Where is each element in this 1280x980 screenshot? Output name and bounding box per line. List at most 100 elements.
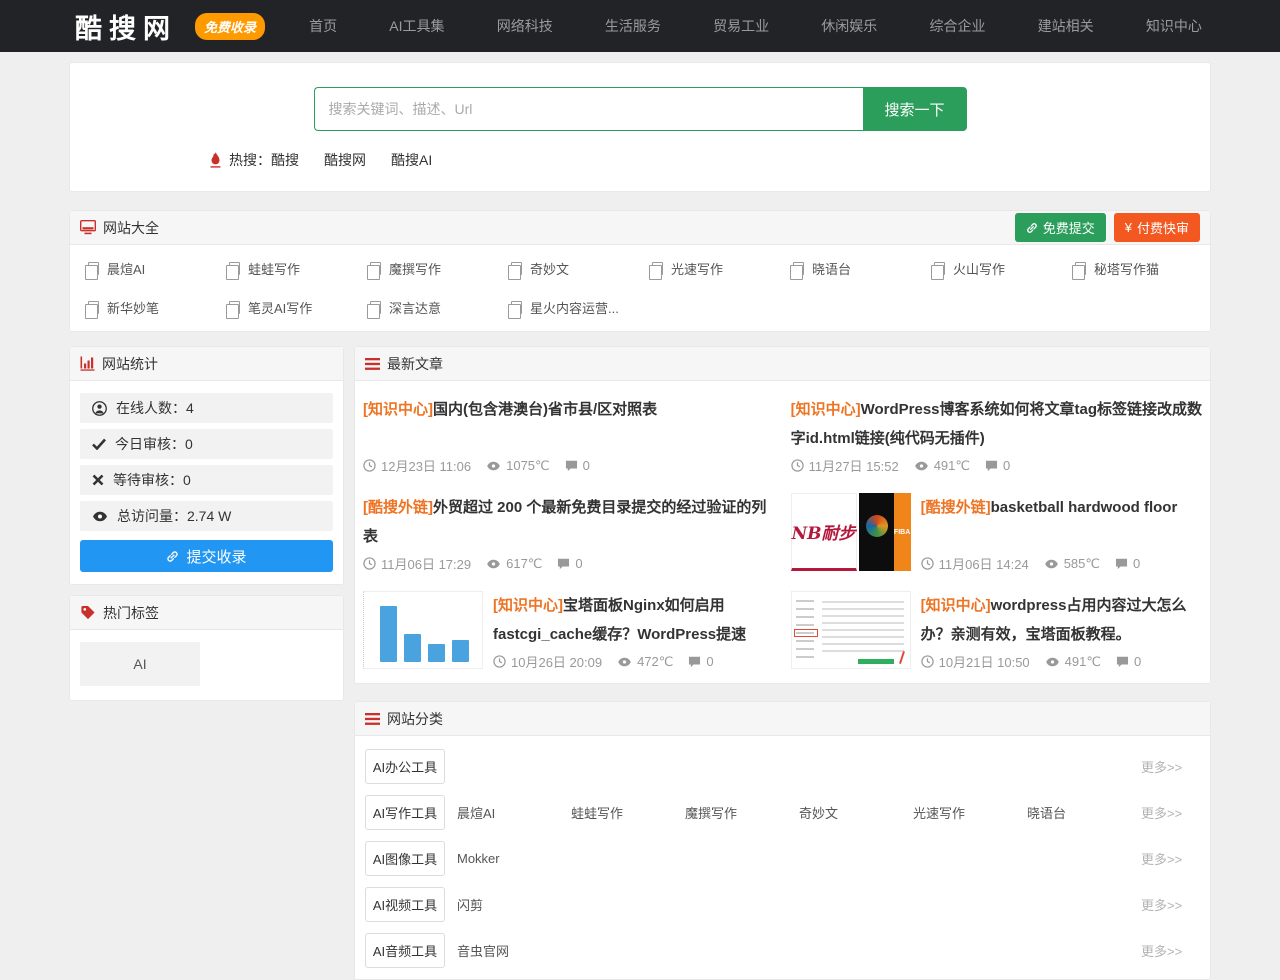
nav-item-home[interactable]: 首页 (309, 16, 337, 36)
site-link[interactable]: 深言达意 (358, 292, 499, 323)
more-link[interactable]: 更多>> (1141, 941, 1182, 960)
clock-icon (363, 459, 376, 472)
category-site-link[interactable]: 闪剪 (457, 895, 571, 914)
nav-item-ai-tools[interactable]: AI工具集 (389, 16, 444, 36)
article-title[interactable]: [酷搜外链]basketball hardwood floor (921, 493, 1203, 522)
copy-icon (934, 262, 945, 275)
copy-icon (370, 301, 381, 314)
category-site-link[interactable]: 音虫官网 (457, 941, 571, 960)
search-input[interactable] (314, 87, 863, 131)
category-site-link[interactable]: 晓语台 (1027, 803, 1141, 822)
nav-item-site-building[interactable]: 建站相关 (1038, 16, 1094, 36)
comment-icon (557, 558, 570, 570)
site-name: 深言达意 (389, 298, 441, 317)
article-title[interactable]: [知识中心]WordPress博客系统如何将文章tag标签链接改成数字id.ht… (791, 395, 1203, 453)
eye-icon (486, 559, 501, 569)
nav-item-life-services[interactable]: 生活服务 (605, 16, 661, 36)
site-link[interactable]: 奇妙文 (499, 253, 640, 284)
category-label[interactable]: AI写作工具 (365, 795, 445, 830)
monitor-icon (80, 220, 96, 235)
category-site-link[interactable]: 奇妙文 (799, 803, 913, 822)
paid-review-label: 付费快审 (1137, 218, 1189, 237)
hot-link-kusou-ai[interactable]: 酷搜AI (391, 150, 432, 170)
submit-include-label: 提交收录 (186, 546, 246, 567)
site-link[interactable]: 晨煊AI (76, 253, 217, 284)
category-site-link[interactable]: 光速写作 (913, 803, 1027, 822)
more-link[interactable]: 更多>> (1141, 803, 1182, 822)
free-submit-button[interactable]: 免费提交 (1015, 213, 1106, 242)
category-label[interactable]: AI视频工具 (365, 887, 445, 922)
eye-icon (1045, 657, 1060, 667)
site-link[interactable]: 魔撰写作 (358, 253, 499, 284)
clock-icon (791, 459, 804, 472)
site-directory-actions: 免费提交 ¥ 付费快审 (1015, 213, 1200, 242)
article-thumbnail[interactable]: NB耐步 FIBA (791, 493, 911, 571)
free-include-badge[interactable]: 免费收录 (195, 13, 265, 40)
site-link[interactable]: 笔灵AI写作 (217, 292, 358, 323)
site-categories-card: 网站分类 AI办公工具 更多>> AI写作工具 晨煊AI 蛙蛙写作 魔撰写作 (354, 701, 1211, 980)
site-link[interactable]: 晓语台 (781, 253, 922, 284)
article-category[interactable]: [知识中心] (791, 401, 861, 418)
article-item: [知识中心]wordpress占用内容过大怎么办？亲测有效，宝塔面板教程。 10… (791, 591, 1203, 673)
site-grid: 晨煊AI 蛙蛙写作 魔撰写作 奇妙文 光速写作 晓语台 火山写作 秘塔写作猫 新… (70, 245, 1210, 331)
category-site-link[interactable]: 晨煊AI (457, 803, 571, 822)
category-site-link[interactable]: 魔撰写作 (685, 803, 799, 822)
article-thumbnail[interactable] (363, 591, 483, 669)
category-site-link[interactable]: 蛙蛙写作 (571, 803, 685, 822)
nav-item-knowledge[interactable]: 知识中心 (1146, 16, 1202, 36)
nav-item-enterprise[interactable]: 综合企业 (929, 16, 985, 36)
tag-ai[interactable]: AI (80, 642, 200, 686)
site-link[interactable]: 秘塔写作猫 (1063, 253, 1204, 284)
nav-item-leisure[interactable]: 休闲娱乐 (821, 16, 877, 36)
site-logo[interactable]: 酷搜网 (75, 7, 177, 46)
hot-link-kusou[interactable]: 酷搜 (271, 150, 299, 170)
article-category[interactable]: [酷搜外链] (363, 499, 433, 516)
stat-value: 2.74 W (187, 508, 231, 524)
article-title[interactable]: [知识中心]国内(包含港澳台)省市县/区对照表 (363, 395, 775, 424)
article-category[interactable]: [知识中心] (363, 401, 433, 418)
article-item: [酷搜外链]外贸超过 200 个最新免费目录提交的经过验证的列表 11月06日 … (363, 493, 775, 575)
hot-link-kusouwang[interactable]: 酷搜网 (324, 150, 366, 170)
submit-include-button[interactable]: 提交收录 (80, 540, 333, 572)
article-item: [知识中心]宝塔面板Nginx如何启用 fastcgi_cache缓存？Word… (363, 591, 775, 673)
chart-bar (452, 640, 469, 662)
search-button[interactable]: 搜索一下 (863, 87, 967, 131)
stat-value: 0 (185, 436, 193, 452)
comment-icon (1116, 656, 1129, 668)
menu-icon (365, 713, 380, 725)
more-link[interactable]: 更多>> (1141, 849, 1182, 868)
category-label[interactable]: AI办公工具 (365, 749, 445, 784)
site-link[interactable]: 蛙蛙写作 (217, 253, 358, 284)
fiba-image: FIBA (859, 493, 911, 571)
site-link[interactable]: 新华妙笔 (76, 292, 217, 323)
paid-review-button[interactable]: ¥ 付费快审 (1114, 213, 1200, 242)
article-date: 12月23日 11:06 (381, 456, 471, 475)
bar-chart-icon (80, 356, 95, 371)
article-title[interactable]: [酷搜外链]外贸超过 200 个最新免费目录提交的经过验证的列表 (363, 493, 775, 551)
article-meta: 11月06日 17:29 617℃ 0 (363, 554, 775, 575)
article-thumbnail[interactable] (791, 591, 911, 669)
stats-card: 网站统计 在线人数：4 今日审核：0 (69, 346, 344, 585)
article-title[interactable]: [知识中心]wordpress占用内容过大怎么办？亲测有效，宝塔面板教程。 (921, 591, 1203, 649)
stat-label: 等待审核： (113, 472, 183, 488)
clock-icon (921, 557, 934, 570)
nav-item-network-tech[interactable]: 网络科技 (497, 16, 553, 36)
article-category[interactable]: [酷搜外链] (921, 499, 991, 516)
category-site-link[interactable]: Mokker (457, 851, 571, 866)
more-link[interactable]: 更多>> (1141, 757, 1182, 776)
category-label[interactable]: AI图像工具 (365, 841, 445, 876)
eye-icon (486, 461, 501, 471)
category-label[interactable]: AI音频工具 (365, 933, 445, 968)
site-link[interactable]: 火山写作 (922, 253, 1063, 284)
article-category[interactable]: [知识中心] (493, 597, 563, 614)
article-date: 11月27日 15:52 (809, 456, 899, 475)
more-link[interactable]: 更多>> (1141, 895, 1182, 914)
sidebar: 网站统计 在线人数：4 今日审核：0 (69, 346, 344, 701)
latest-articles-card: 最新文章 [知识中心]国内(包含港澳台)省市县/区对照表 12月23日 11:0… (354, 346, 1211, 684)
nav-item-trade-industry[interactable]: 贸易工业 (713, 16, 769, 36)
site-link[interactable]: 星火内容运营... (499, 292, 640, 323)
site-link[interactable]: 光速写作 (640, 253, 781, 284)
article-category[interactable]: [知识中心] (921, 597, 991, 614)
stats-title: 网站统计 (102, 354, 158, 374)
article-title[interactable]: [知识中心]宝塔面板Nginx如何启用 fastcgi_cache缓存？Word… (493, 591, 775, 649)
